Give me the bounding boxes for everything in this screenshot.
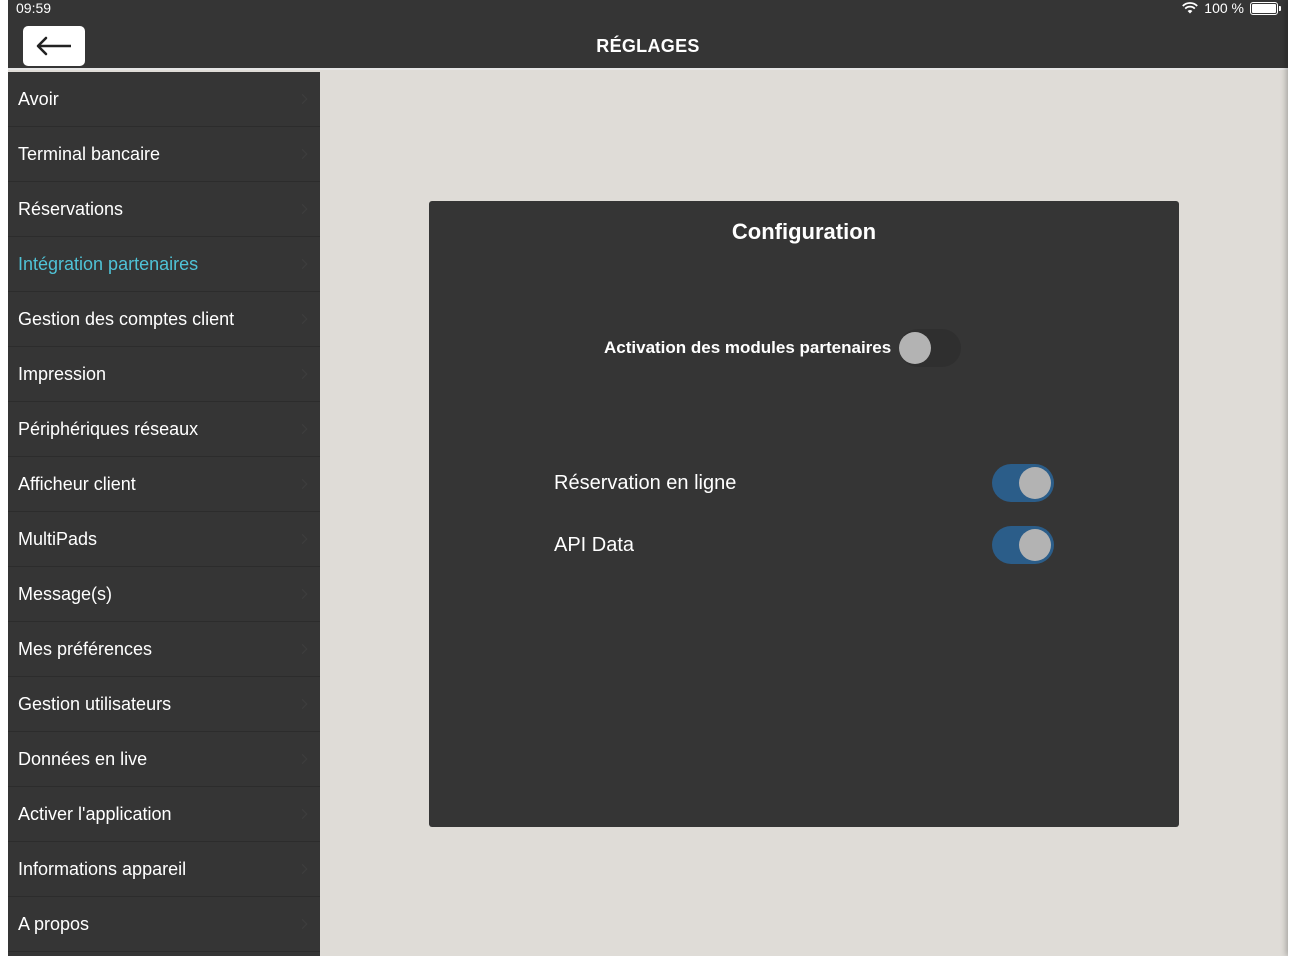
sidebar-item[interactable]: MultiPads [8, 512, 320, 567]
chevron-right-icon [297, 809, 308, 819]
chevron-right-icon [297, 479, 308, 489]
sidebar-item[interactable]: Avoir [8, 72, 320, 127]
sidebar-item-label: Message(s) [18, 583, 113, 604]
partner-modules-toggle[interactable] [899, 329, 962, 367]
sidebar-item[interactable]: Intégration partenaires [8, 237, 320, 292]
chevron-right-icon [297, 259, 308, 269]
chevron-right-icon [297, 754, 308, 764]
settings-sidebar: Avoir Terminal bancaire Réservations Intégr… [8, 72, 320, 956]
sidebar-item-label: Avoir [18, 88, 59, 109]
chevron-right-icon [297, 644, 308, 654]
sidebar-item-label: Intégration partenaires [18, 253, 199, 274]
partner-modules-row: Activation des modules partenaires [604, 328, 962, 368]
chevron-right-icon [297, 424, 308, 434]
status-bar: 09:59 100 % [8, 0, 1288, 18]
sidebar-item-label: MultiPads [18, 528, 98, 549]
chevron-right-icon [297, 864, 308, 874]
sidebar-item-label: A propos [18, 913, 90, 934]
sidebar-item[interactable]: Afficheur client [8, 457, 320, 512]
navigation-bar: RÉGLAGES [8, 18, 1288, 70]
sidebar-item-label: Informations appareil [18, 858, 187, 879]
panel-title: Configuration [731, 219, 877, 244]
sidebar-item-label: Réservations [18, 198, 124, 219]
status-time: 09:59 [16, 0, 52, 16]
sidebar-item[interactable]: Données en live [8, 732, 320, 787]
sidebar-item-label: Mes préférences [18, 638, 153, 659]
configuration-panel: Configuration Activation des modules par… [429, 201, 1179, 827]
sidebar-item-label: Gestion utilisateurs [18, 693, 172, 714]
sidebar-item[interactable]: Message(s) [8, 567, 320, 622]
sidebar-item-label: Gestion des comptes client [18, 308, 235, 329]
toggle-knob [1019, 529, 1051, 561]
wifi-icon [1182, 2, 1199, 14]
online-reservation-label: Réservation en ligne [554, 471, 737, 494]
sidebar-item-label: Données en live [18, 748, 148, 769]
status-indicators: 100 % [1182, 0, 1281, 16]
chevron-right-icon [297, 699, 308, 709]
toggle-knob [899, 332, 932, 364]
sidebar-item[interactable]: Gestion utilisateurs [8, 677, 320, 732]
online-reservation-row: Réservation en ligne [554, 463, 1054, 503]
api-data-toggle[interactable] [992, 526, 1054, 564]
sidebar-item-label: Afficheur client [18, 473, 136, 494]
api-data-row: API Data [554, 525, 1054, 565]
sidebar-item[interactable]: Activer l'application [8, 787, 320, 842]
sidebar-item-label: Activer l'application [18, 803, 172, 824]
sidebar-item[interactable]: Informations appareil [8, 842, 320, 897]
sidebar-item-label: Périphériques réseaux [18, 418, 199, 439]
api-data-label: API Data [554, 533, 635, 556]
sidebar-item[interactable]: Mes préférences [8, 622, 320, 677]
chevron-right-icon [297, 589, 308, 599]
online-reservation-toggle[interactable] [992, 464, 1054, 502]
chevron-right-icon [297, 534, 308, 544]
chevron-right-icon [297, 204, 308, 214]
sidebar-item[interactable]: Réservations [8, 182, 320, 237]
toggle-knob [1019, 467, 1051, 499]
sidebar-item[interactable]: Impression [8, 347, 320, 402]
sidebar-item-label: Impression [18, 363, 107, 384]
ipad-screen: 09:59 100 % RÉGLAGES Avoir Terminal banca… [8, 0, 1288, 956]
chevron-right-icon [297, 94, 308, 104]
sidebar-item[interactable]: Périphériques réseaux [8, 402, 320, 457]
sidebar-item[interactable]: Terminal bancaire [8, 127, 320, 182]
chevron-right-icon [297, 369, 308, 379]
chevron-right-icon [297, 314, 308, 324]
partner-modules-label: Activation des modules partenaires [604, 338, 892, 357]
chevron-right-icon [297, 149, 308, 159]
chevron-right-icon [297, 919, 308, 929]
sidebar-item[interactable]: A propos [8, 897, 320, 952]
battery-icon [1250, 1, 1281, 15]
sidebar-item[interactable]: Gestion des comptes client [8, 292, 320, 347]
battery-percentage: 100 % [1204, 0, 1244, 16]
page-title: RÉGLAGES [596, 36, 700, 56]
sidebar-item-label: Terminal bancaire [18, 143, 161, 164]
